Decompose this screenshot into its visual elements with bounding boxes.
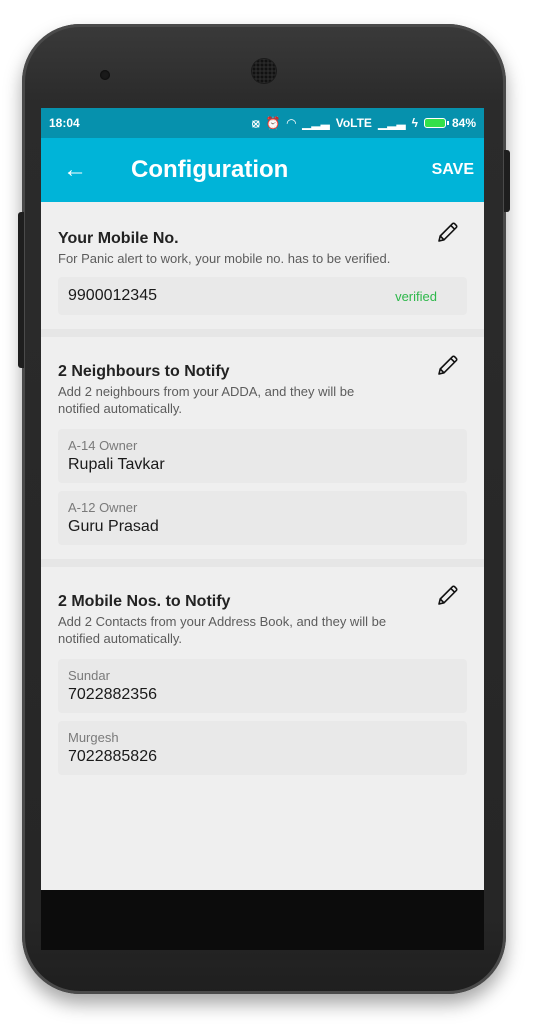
- signal-icon-2: ▁▂▃: [377, 116, 406, 130]
- vibrate-off-icon: ⦻: [251, 115, 260, 130]
- edit-pencil-icon[interactable]: [436, 353, 460, 377]
- contact-number: 7022882356: [68, 686, 157, 703]
- contact-name: Murgesh: [68, 730, 119, 745]
- page-title: Configuration: [131, 156, 289, 183]
- network-label: VoLTE: [335, 116, 372, 130]
- neighbour-name: Guru Prasad: [68, 518, 159, 535]
- neighbour-unit: A-12 Owner: [68, 500, 138, 515]
- mobile-section: Your Mobile No. For Panic alert to work,…: [41, 202, 484, 329]
- contact-name: Sundar: [68, 668, 110, 683]
- proximity-sensor: [100, 70, 110, 80]
- back-arrow-icon[interactable]: ←: [63, 156, 103, 184]
- mobile-section-description: For Panic alert to work, your mobile no.…: [58, 251, 391, 266]
- earpiece-speaker: [252, 59, 276, 83]
- navigation-bar: [41, 890, 484, 950]
- status-icons: ⦻ ⏰ ◠ ▁▂▃ VoLTE ▁▂▃ ϟ 84%: [252, 116, 476, 131]
- wifi-icon: ◠: [286, 116, 297, 130]
- section-divider: [41, 329, 484, 337]
- signal-icon: ▁▂▃: [302, 116, 330, 130]
- neighbours-section-description: Add 2 neighbours from your ADDA, and the…: [58, 384, 355, 416]
- neighbour-card[interactable]: A-14 Owner Rupali Tavkar: [58, 429, 467, 483]
- volume-button: [18, 212, 24, 368]
- mobiles-section: 2 Mobile Nos. to Notify Add 2 Contacts f…: [41, 567, 484, 789]
- mobile-number: 9900012345: [68, 287, 157, 304]
- power-button: [504, 150, 510, 212]
- mobiles-section-description: Add 2 Contacts from your Address Book, a…: [58, 614, 387, 646]
- alarm-icon: ⏰: [265, 116, 281, 130]
- contact-number: 7022885826: [68, 748, 157, 765]
- status-bar: 18:04 ⦻ ⏰ ◠ ▁▂▃ VoLTE ▁▂▃ ϟ 84%: [41, 108, 484, 138]
- verified-badge: verified: [395, 288, 437, 304]
- status-time: 18:04: [49, 116, 80, 130]
- contact-card[interactable]: Murgesh 7022885826: [58, 721, 467, 775]
- neighbours-section-title: 2 Neighbours to Notify: [58, 363, 230, 380]
- neighbour-card[interactable]: A-12 Owner Guru Prasad: [58, 491, 467, 545]
- battery-percent: 84%: [451, 116, 476, 130]
- charging-icon: ϟ: [411, 116, 418, 130]
- mobile-number-field[interactable]: 9900012345 verified: [58, 277, 467, 315]
- edit-pencil-icon[interactable]: [436, 220, 460, 244]
- mobile-section-title: Your Mobile No.: [58, 230, 179, 247]
- mobiles-section-title: 2 Mobile Nos. to Notify: [58, 593, 231, 610]
- app-screen: 18:04 ⦻ ⏰ ◠ ▁▂▃ VoLTE ▁▂▃ ϟ 84% ← Config…: [41, 108, 484, 890]
- neighbours-section: 2 Neighbours to Notify Add 2 neighbours …: [41, 337, 484, 559]
- save-button[interactable]: SAVE: [432, 161, 474, 179]
- app-bar: ← Configuration SAVE: [41, 138, 484, 202]
- section-divider: [41, 559, 484, 567]
- contact-card[interactable]: Sundar 7022882356: [58, 659, 467, 713]
- edit-pencil-icon[interactable]: [436, 583, 460, 607]
- battery-icon: [423, 118, 449, 128]
- neighbour-name: Rupali Tavkar: [68, 456, 165, 473]
- neighbour-unit: A-14 Owner: [68, 438, 138, 453]
